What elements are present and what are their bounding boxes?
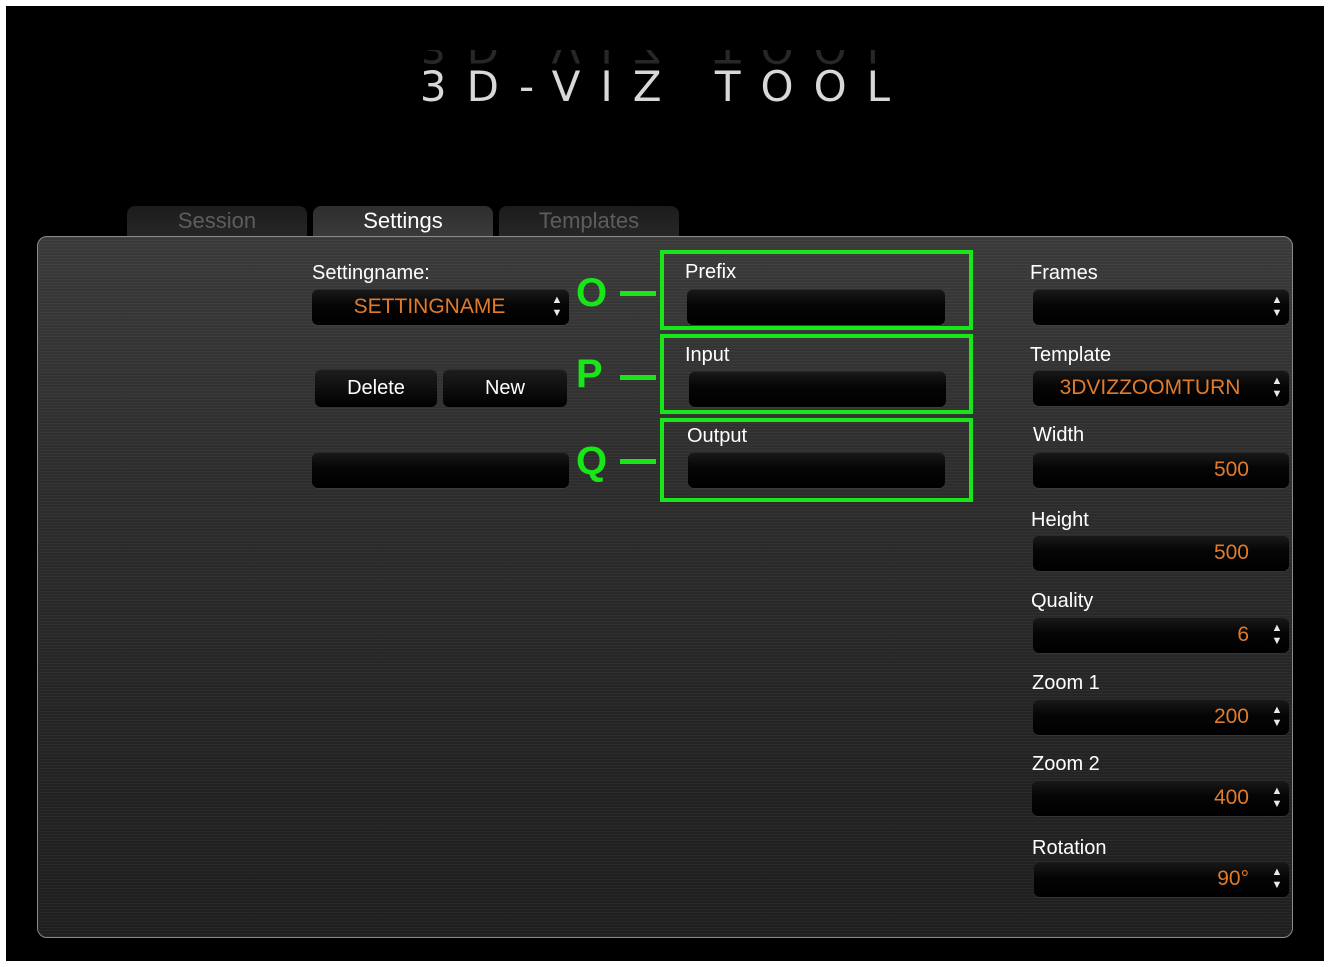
up-down-arrows-icon[interactable]: ▲ ▼: [1269, 294, 1285, 320]
annotation-letter-o: O: [576, 271, 608, 315]
zoom2-value: 400: [1213, 786, 1249, 809]
width-value: 500: [1213, 458, 1249, 481]
up-down-arrows-icon[interactable]: ▲ ▼: [1269, 866, 1285, 892]
height-label: Height: [1031, 509, 1089, 531]
width-input[interactable]: 500: [1033, 452, 1289, 488]
logo-area: 3D-VIZ TOOL: [0, 62, 1330, 112]
width-label: Width: [1033, 424, 1085, 446]
settingname-label: Settingname:: [312, 262, 430, 284]
tab-templates[interactable]: Templates: [499, 206, 679, 236]
settingname-select[interactable]: SETTINGNAME ▲ ▼: [312, 289, 569, 325]
settingname-value: SETTINGNAME: [353, 295, 506, 318]
delete-button[interactable]: Delete: [315, 369, 437, 407]
zoom2-label: Zoom 2: [1032, 753, 1100, 775]
tab-settings[interactable]: Settings: [313, 206, 493, 236]
annotation-connector-p: [620, 375, 656, 380]
new-button[interactable]: New: [443, 369, 567, 407]
frames-spinner[interactable]: ▲ ▼: [1033, 289, 1289, 325]
annotation-box-prefix: [660, 250, 973, 330]
template-value: 3DVIZZOOMTURN: [1059, 376, 1241, 399]
quality-spinner[interactable]: 6 ▲ ▼: [1033, 617, 1289, 653]
up-down-arrows-icon[interactable]: ▲ ▼: [1269, 375, 1285, 401]
annotation-connector-q: [620, 459, 656, 464]
annotation-box-input: [660, 334, 973, 414]
up-down-arrows-icon[interactable]: ▲ ▼: [1269, 622, 1285, 648]
setting-name-input[interactable]: [312, 452, 569, 488]
up-down-arrows-icon[interactable]: ▲ ▼: [1269, 785, 1285, 811]
rotation-value: 90°: [1217, 867, 1249, 890]
up-down-arrows-icon[interactable]: ▲ ▼: [1269, 704, 1285, 730]
annotation-box-output: [660, 418, 973, 502]
template-select[interactable]: 3DVIZZOOMTURN ▲ ▼: [1033, 370, 1289, 406]
annotation-letter-q: Q: [576, 439, 608, 483]
zoom1-spinner[interactable]: 200 ▲ ▼: [1033, 699, 1289, 735]
page: 3D-VIZ TOOL 3D-VIZ TOOL Session Settings…: [0, 0, 1330, 967]
height-input[interactable]: 500: [1033, 535, 1289, 571]
rotation-spinner[interactable]: 90° ▲ ▼: [1034, 861, 1289, 897]
annotation-letter-p: P: [576, 352, 603, 396]
annotation-connector-o: [620, 291, 656, 296]
height-value: 500: [1213, 541, 1249, 564]
quality-label: Quality: [1031, 590, 1094, 612]
zoom2-spinner[interactable]: 400 ▲ ▼: [1032, 780, 1289, 816]
rotation-label: Rotation: [1032, 837, 1107, 859]
quality-value: 6: [1237, 623, 1249, 646]
app-title: 3D-VIZ TOOL: [419, 62, 911, 111]
template-label: Template: [1030, 344, 1112, 366]
tab-session[interactable]: Session: [127, 206, 307, 236]
zoom1-value: 200: [1213, 705, 1249, 728]
up-down-arrows-icon[interactable]: ▲ ▼: [549, 294, 565, 320]
zoom1-label: Zoom 1: [1032, 672, 1100, 694]
frames-label: Frames: [1030, 262, 1098, 284]
